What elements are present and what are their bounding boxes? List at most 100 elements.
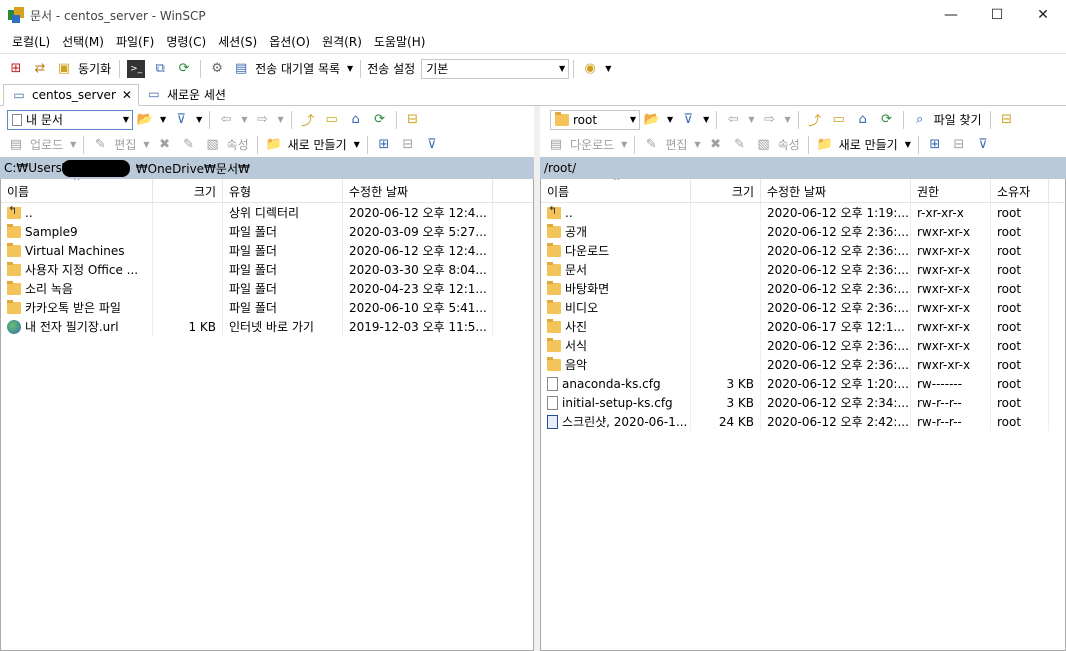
menu-session[interactable]: 세션(S): [212, 33, 263, 50]
table-row[interactable]: .. 상위 디렉터리 2020-06-12 오후 12:4...: [1, 203, 533, 222]
synchronize-browsing-icon[interactable]: ⇄: [31, 60, 49, 78]
select-all-icon[interactable]: ⊞: [375, 136, 393, 154]
chevron-down-icon[interactable]: ▼: [621, 140, 627, 149]
unselect-icon[interactable]: ⊟: [950, 136, 968, 154]
chevron-down-icon[interactable]: ▼: [784, 115, 790, 124]
select-all-icon[interactable]: ⊞: [926, 136, 944, 154]
left-location-select[interactable]: 내 문서 ▼: [7, 109, 133, 130]
right-path-bar[interactable]: /root/: [540, 157, 1066, 179]
table-row[interactable]: 바탕화면 2020-06-12 오후 2:36:... rwxr-xr-x root: [541, 279, 1065, 298]
chevron-down-icon[interactable]: ▼: [160, 115, 166, 124]
tab-centos-server[interactable]: ▭ centos_server ✕: [3, 84, 139, 106]
minimize-button[interactable]: —: [928, 0, 974, 30]
column-name[interactable]: 이름 ^: [1, 179, 153, 203]
menu-files[interactable]: 파일(F): [110, 33, 160, 50]
left-path-bar[interactable]: C:₩Users₩ ₩OneDrive₩문서₩: [0, 157, 534, 179]
keep-up-to-date-icon[interactable]: ⟳: [175, 60, 193, 78]
menu-help[interactable]: 도움말(H): [368, 33, 432, 50]
chevron-down-icon[interactable]: ▼: [143, 140, 149, 149]
column-name[interactable]: 이름 ^: [541, 179, 691, 203]
root-directory-icon[interactable]: ▭: [830, 111, 848, 129]
edit-button[interactable]: 편집: [114, 136, 136, 153]
filter-icon[interactable]: ⊽: [679, 111, 697, 129]
back-icon[interactable]: ⇦: [217, 111, 235, 129]
new-button[interactable]: 새로 만들기: [288, 136, 347, 153]
chevron-down-icon[interactable]: ▼: [241, 115, 247, 124]
select-files-icon[interactable]: ⊽: [974, 136, 992, 154]
left-file-list[interactable]: 이름 ^ 크기 유형 수정한 날짜 .. 상위 디렉터리 2020-06-12 오후 …: [0, 179, 534, 651]
synchronize-icon[interactable]: ▣: [55, 60, 73, 78]
properties-icon[interactable]: ▧: [204, 136, 222, 154]
table-row[interactable]: 카카오톡 받은 파일 파일 폴더 2020-06-10 오후 5:41...: [1, 298, 533, 317]
column-size[interactable]: 크기: [153, 179, 223, 203]
menu-mark[interactable]: 선택(M): [56, 33, 110, 50]
properties-icon[interactable]: ▧: [755, 136, 773, 154]
table-row[interactable]: anaconda-ks.cfg 3 KB 2020-06-12 오후 1:20:..…: [541, 374, 1065, 393]
edit-button[interactable]: 편집: [665, 136, 687, 153]
transfer-preset-select[interactable]: 기본 ▼: [421, 58, 570, 79]
root-directory-icon[interactable]: ▭: [323, 111, 341, 129]
chevron-down-icon[interactable]: ▼: [277, 115, 283, 124]
terminal-icon[interactable]: >_: [127, 59, 146, 78]
rename-icon[interactable]: ✎: [731, 136, 749, 154]
upload-button[interactable]: 업로드: [30, 136, 63, 153]
close-button[interactable]: ✕: [1020, 0, 1066, 30]
table-row[interactable]: 사용자 지정 Office ... 파일 폴더 2020-03-30 오후 8:04…: [1, 260, 533, 279]
forward-icon[interactable]: ⇨: [253, 111, 271, 129]
table-row[interactable]: 사진 2020-06-17 오후 12:1... rwxr-xr-x root: [541, 317, 1065, 336]
new-folder-icon[interactable]: 📁: [816, 136, 834, 154]
menu-commands[interactable]: 명령(C): [160, 33, 212, 50]
properties-button[interactable]: 속성: [227, 136, 249, 153]
table-row[interactable]: 공개 2020-06-12 오후 2:36:... rwxr-xr-x root: [541, 222, 1065, 241]
right-file-list[interactable]: 이름 ^ 크기 수정한 날짜 권한 소유자 .. 2020-06-12 오후 1:1…: [540, 179, 1066, 651]
new-button[interactable]: 새로 만들기: [839, 136, 898, 153]
refresh-icon[interactable]: ⟳: [371, 111, 389, 129]
table-row[interactable]: 내 전자 필기장.url 1 KB 인터넷 바로 가기 2019-12-03 오후 1…: [1, 317, 533, 336]
back-icon[interactable]: ⇦: [724, 111, 742, 129]
table-row[interactable]: 다운로드 2020-06-12 오후 2:36:... rwxr-xr-x root: [541, 241, 1065, 260]
table-row[interactable]: 비디오 2020-06-12 오후 2:36:... rwxr-xr-x root: [541, 298, 1065, 317]
column-modified[interactable]: 수정한 날짜: [343, 179, 493, 203]
gear-icon[interactable]: ⚙: [208, 60, 226, 78]
table-row[interactable]: Virtual Machines 파일 폴더 2020-06-12 오후 12:4.…: [1, 241, 533, 260]
compare-directories-icon[interactable]: ⊞: [7, 60, 25, 78]
forward-icon[interactable]: ⇨: [760, 111, 778, 129]
tree-icon[interactable]: ⊟: [404, 111, 422, 129]
parent-directory-icon[interactable]: ⤴: [299, 111, 317, 129]
open-folder-icon[interactable]: 📂: [643, 111, 661, 129]
upload-icon[interactable]: ▤: [7, 136, 25, 154]
close-icon[interactable]: ✕: [122, 88, 132, 102]
home-icon[interactable]: ⌂: [854, 111, 872, 129]
column-type[interactable]: 유형: [223, 179, 343, 203]
filter-icon[interactable]: ⊽: [172, 111, 190, 129]
table-row[interactable]: 서식 2020-06-12 오후 2:36:... rwxr-xr-x root: [541, 336, 1065, 355]
putty-icon[interactable]: ⧉: [151, 60, 169, 78]
menu-local[interactable]: 로컬(L): [6, 33, 56, 50]
tab-new-session[interactable]: ▭ 새로운 세션: [139, 83, 232, 105]
chevron-down-icon[interactable]: ▼: [605, 64, 611, 73]
right-location-select[interactable]: root ▼: [550, 109, 640, 130]
chevron-down-icon[interactable]: ▼: [905, 140, 911, 149]
chevron-down-icon[interactable]: ▼: [70, 140, 76, 149]
column-size[interactable]: 크기: [691, 179, 761, 203]
unselect-icon[interactable]: ⊟: [399, 136, 417, 154]
download-icon[interactable]: ▤: [547, 136, 565, 154]
open-folder-icon[interactable]: 📂: [136, 111, 154, 129]
refresh-icon[interactable]: ⟳: [878, 111, 896, 129]
chevron-down-icon[interactable]: ▼: [703, 115, 709, 124]
table-row[interactable]: .. 2020-06-12 오후 1:19:... r-xr-xr-x root: [541, 203, 1065, 222]
chevron-down-icon[interactable]: ▼: [667, 115, 673, 124]
table-row[interactable]: Sample9 파일 폴더 2020-03-09 오후 5:27...: [1, 222, 533, 241]
table-row[interactable]: initial-setup-ks.cfg 3 KB 2020-06-12 오후 2:…: [541, 393, 1065, 412]
table-row[interactable]: 소리 녹음 파일 폴더 2020-04-23 오후 12:1...: [1, 279, 533, 298]
chevron-down-icon[interactable]: ▼: [196, 115, 202, 124]
tree-icon[interactable]: ⊟: [998, 111, 1016, 129]
maximize-button[interactable]: ☐: [974, 0, 1020, 30]
chevron-down-icon[interactable]: ▼: [354, 140, 360, 149]
globe-refresh-icon[interactable]: ◉: [581, 60, 599, 78]
parent-directory-icon[interactable]: ⤴: [806, 111, 824, 129]
chevron-down-icon[interactable]: ▼: [694, 140, 700, 149]
queue-icon[interactable]: ▤: [232, 60, 250, 78]
table-row[interactable]: 음악 2020-06-12 오후 2:36:... rwxr-xr-x root: [541, 355, 1065, 374]
queue-list-button[interactable]: 전송 대기열 목록: [255, 60, 340, 77]
